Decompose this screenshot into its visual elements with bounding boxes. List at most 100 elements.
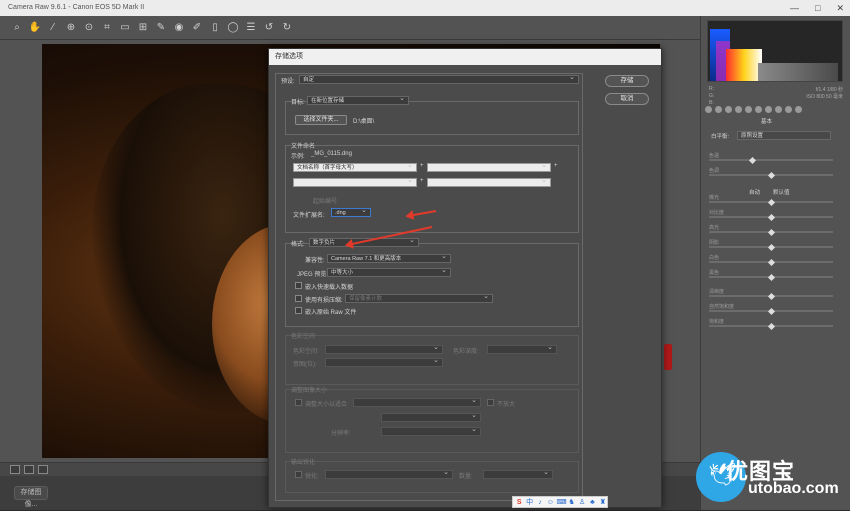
shirt-icon[interactable]: ♙ [578,498,586,507]
destination-select[interactable]: 在新位置存储 [307,96,409,105]
naming-section-label: 文件命名 [291,144,316,150]
rotate-ccw-icon[interactable]: ↺ [262,21,276,35]
rotate-cw-icon[interactable]: ↻ [280,21,294,35]
zoom-icon[interactable]: ⌕ [10,21,24,35]
sogou-icon[interactable]: S [515,498,523,507]
preset-select[interactable]: 自定 [299,75,579,84]
target-adjust-icon[interactable]: ⊙ [82,21,96,35]
photo-red-light [664,344,672,370]
embed-raw-label: 嵌入原始 Raw 文件 [305,310,357,316]
clover-icon[interactable]: ♣ [588,498,596,507]
jpeg-preview-select[interactable]: 中等大小 [327,268,451,277]
window-title: Camera Raw 9.6.1 - Canon EOS 5D Mark II [8,4,145,11]
sharpen-amount-select[interactable] [483,470,553,479]
choose-folder-button[interactable]: 选择文件夹... [295,115,347,125]
straighten-icon[interactable]: ▭ [118,21,132,35]
slider-row: 饱和度 [709,318,841,331]
white-balance-select[interactable]: 原照设置 [737,131,831,140]
effects-tab-icon[interactable] [765,106,772,113]
detail-tab-icon[interactable] [725,106,732,113]
resolution-label: 分辨率: [331,431,351,437]
color-depth-select[interactable] [487,345,557,354]
user-icon[interactable]: ♞ [568,498,576,507]
embed-raw-checkbox[interactable] [295,307,302,314]
preferences-icon[interactable]: ☰ [244,21,258,35]
intent-select[interactable] [325,358,443,367]
save-image-button[interactable]: 存储图像... [14,486,48,508]
histogram [707,20,843,82]
tools-icon[interactable]: ♜ [599,498,607,507]
extension-label: 文件扩展名: [293,213,325,219]
sharpen-checkbox[interactable] [295,471,302,478]
panel-tabs [705,106,847,116]
compatibility-select[interactable]: Camera Raw 7.1 和更高版本 [327,254,451,263]
slider-row: 阴影 [709,239,841,252]
lossy-compression-checkbox[interactable] [295,295,302,302]
format-label: 格式: [291,242,305,248]
resize-fit-label: 调整大小以适合 [305,402,348,408]
graduated-filter-icon[interactable]: ▯ [208,21,222,35]
example-value: _MG_0115.dng [311,151,352,157]
naming-field-3[interactable] [293,178,417,187]
histogram-mix [726,49,762,81]
adjust-brush-icon[interactable]: ✐ [190,21,204,35]
red-eye-icon[interactable]: ◉ [172,21,186,35]
minimize-icon[interactable]: — [790,0,799,16]
snapshots-tab-icon[interactable] [795,106,802,113]
color-space-select[interactable] [325,345,443,354]
moon-icon[interactable]: ♪ [536,498,544,507]
crop-icon[interactable]: ⌗ [100,21,114,35]
naming-field-4[interactable] [427,178,551,187]
lossy-compression-select[interactable]: 保留像素计数 [345,294,493,303]
hsl-tab-icon[interactable] [735,106,742,113]
white-balance-icon[interactable]: ⁄ [46,21,60,35]
naming-field-2[interactable] [427,163,551,172]
slider-row: 曝光 [709,194,841,207]
embed-fast-load-checkbox[interactable] [295,282,302,289]
resize-size-select[interactable] [381,413,481,422]
resize-fit-select[interactable] [353,398,481,407]
naming-plus-3: + [420,178,424,184]
radial-filter-icon[interactable]: ◯ [226,21,240,35]
slider-row: 白色 [709,254,841,267]
save-button[interactable]: 存储 [605,75,649,87]
compare-icon[interactable] [24,465,34,474]
keyboard-icon[interactable]: ⌨ [557,498,567,507]
close-icon[interactable]: ✕ [836,0,844,16]
slider-row: 高光 [709,224,841,237]
iso-readout: ISO 800 50 毫米 [806,94,843,100]
presets-tab-icon[interactable] [785,106,792,113]
split-tone-tab-icon[interactable] [745,106,752,113]
sharpen-for-select[interactable] [325,470,453,479]
cancel-button[interactable]: 取消 [605,93,649,105]
emoji-icon[interactable]: ☺ [546,498,554,507]
resize-unit-select[interactable] [381,427,481,436]
logo-en: utobao.com [748,480,839,497]
maximize-icon[interactable]: □ [815,0,820,16]
naming-field-1[interactable]: 文档名称（首字母大写） [293,163,417,172]
histogram-gray [758,63,838,81]
lens-tab-icon[interactable] [755,106,762,113]
transform-icon[interactable]: ⊞ [136,21,150,35]
start-number-label: 起始编号: [313,199,339,205]
resize-checkbox[interactable] [295,399,302,406]
slider-row: 色调 [709,167,841,180]
no-enlarge-checkbox[interactable] [487,399,494,406]
zoom-level-select[interactable] [38,465,48,474]
intent-label: 意图(位): [293,362,317,368]
hand-icon[interactable]: ✋ [28,21,42,35]
watermark-logo: 🕊 优图宝 utobao.com [696,450,846,508]
basic-tab-icon[interactable] [705,106,712,113]
slider-row: 色温 [709,152,841,165]
no-enlarge-label: 不放大 [497,402,516,408]
preset-label: 预设: [281,79,295,85]
chinese-mode-icon[interactable]: 中 [525,498,533,507]
tone-curve-tab-icon[interactable] [715,106,722,113]
slider-track[interactable] [709,159,833,161]
extension-select[interactable]: .dng [331,208,371,217]
camera-tab-icon[interactable] [775,106,782,113]
g-readout: G: [709,93,715,99]
color-sampler-icon[interactable]: ⊕ [64,21,78,35]
spot-removal-icon[interactable]: ✎ [154,21,168,35]
view-mode-icon[interactable] [10,465,20,474]
